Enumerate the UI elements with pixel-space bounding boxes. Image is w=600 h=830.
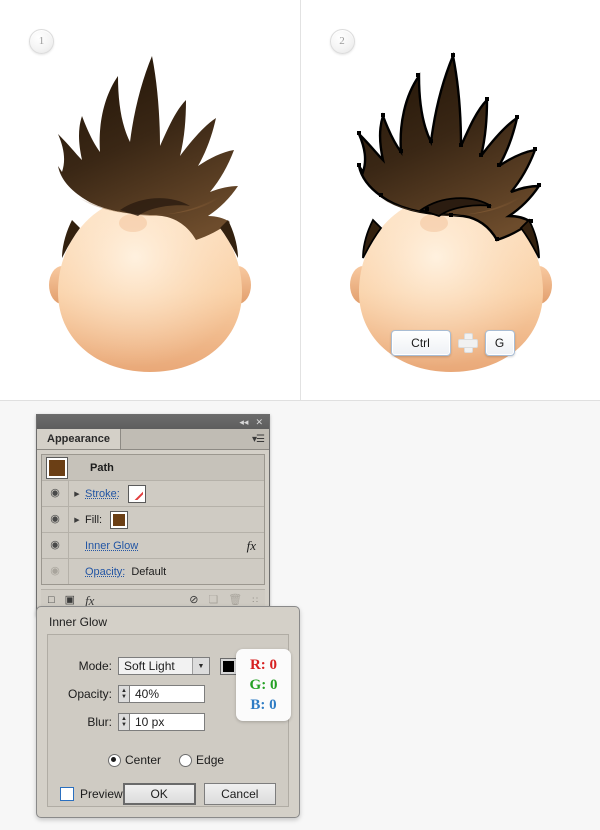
mode-label: Mode: [60, 659, 112, 673]
opacity-label[interactable]: Opacity: [85, 566, 125, 578]
keyboard-shortcut: Ctrl G [391, 330, 515, 356]
rgb-green-value: G: 0 [250, 675, 278, 695]
opacity-row: Opacity: ▲ ▼ 40% [60, 685, 205, 703]
tab-appearance[interactable]: Appearance [37, 429, 121, 449]
preview-checkbox-icon [60, 787, 74, 801]
duplicate-item-icon[interactable]: ❏ [208, 595, 218, 606]
appearance-row-stroke[interactable]: ◉ ▶ Stroke: [42, 481, 264, 507]
rgb-readout-card: R: 0 G: 0 B: 0 [236, 649, 291, 721]
appearance-row-path[interactable]: Path [42, 455, 264, 481]
appearance-titlebar: ◂◂ ✕ [37, 415, 269, 429]
clear-appearance-icon[interactable]: ⊘ [189, 595, 198, 606]
opacity-label: Opacity: [60, 687, 112, 701]
ok-button[interactable]: OK [123, 783, 196, 805]
inner-glow-label[interactable]: Inner Glow [85, 540, 138, 552]
rgb-blue-value: B: 0 [250, 695, 276, 715]
eye-icon: ◉ [50, 540, 60, 551]
stepper-down-icon: ▼ [121, 722, 127, 728]
disclosure-triangle-stroke[interactable]: ▶ [69, 490, 85, 498]
opacity-value: Default [131, 566, 166, 578]
collapse-icon[interactable]: ◂◂ [239, 418, 248, 427]
radio-center-label: Center [125, 753, 161, 767]
blur-label: Blur: [60, 715, 112, 729]
new-stroke-icon[interactable]: □ [48, 595, 55, 606]
radio-edge-icon [179, 754, 192, 767]
stroke-label[interactable]: Stroke: [85, 488, 120, 500]
mode-row: Mode: Soft Light ▼ [60, 657, 237, 675]
plus-icon [457, 332, 479, 354]
strip-divider [0, 400, 600, 401]
resize-grip-icon[interactable]: ∷ [252, 595, 258, 606]
disclosure-triangle-fill[interactable]: ▶ [69, 516, 85, 524]
dialog-button-row: Preview OK Cancel [60, 783, 276, 805]
path-thumbnail [46, 457, 68, 479]
appearance-tabrow: Appearance ▾☰ [37, 429, 269, 450]
panel-menu-icon[interactable]: ▾☰ [252, 434, 264, 445]
new-fill-icon[interactable]: ▣ [65, 595, 75, 606]
preview-label: Preview [80, 787, 123, 801]
eye-icon: ◉ [50, 514, 60, 525]
inner-glow-dialog[interactable]: Inner Glow Mode: Soft Light ▼ Opacity: ▲… [36, 606, 300, 818]
fx-icon[interactable]: fx [247, 538, 256, 554]
blur-row: Blur: ▲ ▼ 10 px [60, 713, 205, 731]
illustration-panel-step-1: 1 [0, 0, 300, 400]
chevron-down-icon: ▼ [192, 658, 209, 674]
glow-color-chip[interactable] [220, 658, 237, 675]
tab-filler: ▾☰ [121, 429, 269, 449]
fill-label[interactable]: Fill: [85, 514, 102, 526]
appearance-row-fill[interactable]: ◉ ▶ Fill: [42, 507, 264, 533]
blend-mode-select[interactable]: Soft Light ▼ [118, 657, 210, 675]
opacity-stepper[interactable]: ▲ ▼ [118, 685, 129, 703]
radio-center[interactable]: Center [108, 753, 161, 767]
appearance-panel[interactable]: ◂◂ ✕ Appearance ▾☰ Path ◉ ▶ Stroke: [36, 414, 270, 616]
origin-radio-group: Center Edge [108, 753, 224, 767]
character-artwork-step-1 [0, 0, 300, 400]
visibility-toggle-stroke[interactable]: ◉ [42, 481, 69, 506]
radio-edge-label: Edge [196, 753, 224, 767]
key-ctrl[interactable]: Ctrl [391, 330, 451, 356]
key-g[interactable]: G [485, 330, 515, 356]
dialog-title: Inner Glow [49, 615, 107, 629]
fill-color-swatch[interactable] [110, 511, 128, 529]
rgb-red-value: R: 0 [250, 655, 277, 675]
cancel-button[interactable]: Cancel [204, 783, 276, 805]
path-label: Path [90, 462, 114, 474]
eye-icon: ◉ [50, 488, 60, 499]
visibility-toggle-fill[interactable]: ◉ [42, 507, 69, 532]
stepper-down-icon: ▼ [121, 694, 127, 700]
no-color-icon [131, 488, 143, 500]
illustration-panel-step-2: 2 [300, 0, 600, 400]
radio-edge[interactable]: Edge [179, 753, 224, 767]
blur-input[interactable]: 10 px [129, 713, 205, 731]
close-icon[interactable]: ✕ [255, 418, 263, 427]
visibility-toggle-inner-glow[interactable]: ◉ [42, 533, 69, 558]
appearance-list: Path ◉ ▶ Stroke: ◉ ▶ Fill: [41, 454, 265, 585]
appearance-row-inner-glow[interactable]: ◉ Inner Glow fx [42, 533, 264, 559]
dialog-body: Mode: Soft Light ▼ Opacity: ▲ ▼ 40% Blur… [47, 634, 289, 807]
blend-mode-value: Soft Light [124, 659, 175, 673]
stroke-color-swatch[interactable] [128, 485, 146, 503]
visibility-toggle-opacity[interactable]: ◉ [42, 559, 69, 584]
preview-checkbox-group[interactable]: Preview [60, 787, 123, 801]
eye-icon: ◉ [50, 566, 60, 577]
appearance-row-opacity[interactable]: ◉ Opacity: Default [42, 559, 264, 584]
radio-center-icon [108, 754, 121, 767]
delete-item-icon[interactable]: 🗑 [228, 595, 242, 606]
opacity-input[interactable]: 40% [129, 685, 205, 703]
illustration-strip: 1 [0, 0, 600, 400]
fill-color-chip [113, 514, 125, 526]
blur-stepper[interactable]: ▲ ▼ [118, 713, 129, 731]
